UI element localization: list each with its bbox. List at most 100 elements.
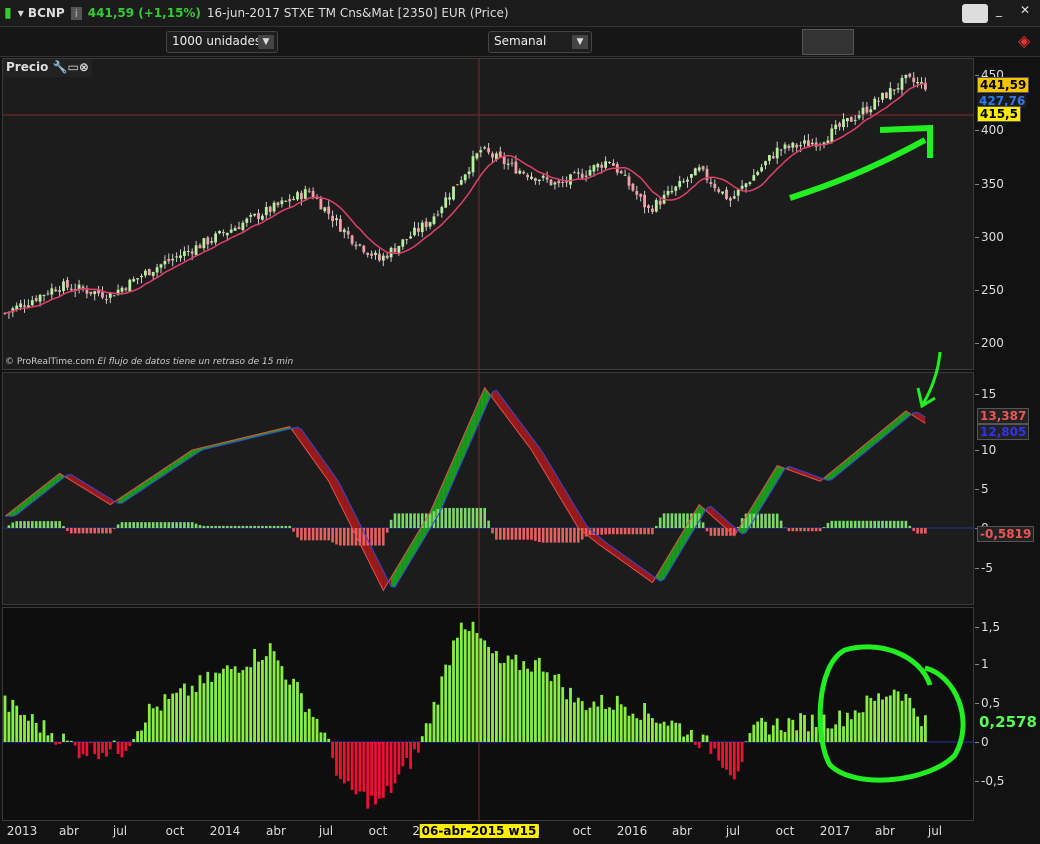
candle-body: [896, 88, 900, 90]
x-label: oct: [775, 824, 795, 838]
candle-body: [764, 161, 767, 166]
macd-histogram-bar: [635, 528, 639, 535]
oscillator-bar: [284, 679, 288, 742]
candle-body: [346, 231, 350, 235]
oscillator-bar: [619, 704, 623, 742]
candle-body: [600, 164, 604, 168]
candle-body: [276, 202, 280, 206]
oscillator-bar: [331, 742, 334, 758]
candle-body: [327, 206, 331, 214]
macd-histogram-bar: [38, 521, 42, 528]
oscillator-bar: [869, 697, 873, 742]
macd-histogram-bar: [495, 528, 498, 540]
macd-histogram-bar: [467, 507, 471, 528]
candle-body: [799, 145, 802, 147]
oscillator-bar: [764, 721, 767, 742]
candle-body: [245, 218, 249, 223]
candle-body: [740, 185, 744, 189]
macd-histogram-bar: [541, 528, 545, 543]
candle-body: [409, 236, 412, 239]
annotation-check-arrow: [916, 351, 942, 409]
oscillator-bar: [779, 730, 783, 742]
macd-histogram-bar: [183, 522, 186, 528]
macd-histogram-bar: [561, 528, 564, 543]
candle-body: [147, 269, 151, 276]
candle-body: [916, 82, 919, 84]
candle-body: [721, 191, 724, 194]
candle-body: [647, 205, 650, 208]
macd-histogram-bar: [460, 507, 463, 528]
candle-body: [175, 256, 178, 258]
macd-histogram-bar: [850, 520, 853, 528]
macd-histogram-bar: [662, 513, 666, 528]
oscillator-bar: [549, 681, 553, 742]
oscillator-bar: [576, 697, 580, 742]
candle-body: [725, 189, 728, 199]
oscillator-bar: [77, 742, 81, 759]
oscillator-bar: [303, 712, 307, 742]
macd-histogram-bar: [678, 513, 681, 528]
chart-canvas[interactable]: [0, 0, 975, 844]
macd-histogram-bar: [417, 513, 420, 528]
annotation-arrow-line: [789, 137, 927, 201]
macd-histogram-bar: [760, 513, 763, 528]
candle-body: [651, 208, 654, 212]
candle-body: [881, 92, 884, 100]
oscillator-bar: [709, 742, 713, 754]
oscillator-bar: [179, 688, 182, 742]
candle-body: [405, 239, 409, 241]
candle-body: [432, 216, 436, 224]
oscillator-bar: [171, 693, 175, 742]
macd-histogram-bar: [343, 528, 346, 546]
oscillator-bar: [409, 742, 412, 769]
oscillator-bar: [385, 742, 389, 786]
macd-histogram-bar: [27, 521, 30, 528]
candle-body: [105, 299, 108, 301]
oscillator-bar: [276, 660, 280, 742]
macd-histogram-bar: [97, 528, 100, 534]
candle-body: [775, 147, 779, 159]
candle-body: [506, 163, 510, 165]
macd-histogram-bar: [444, 507, 447, 528]
macd-histogram-bar: [569, 528, 572, 543]
macd-histogram-bar: [19, 521, 22, 528]
oscillator-bar: [229, 669, 233, 742]
candle-body: [261, 215, 264, 220]
candle-body: [658, 200, 662, 205]
candle-body: [514, 161, 518, 174]
candle-body: [713, 183, 717, 189]
macd-histogram-bar: [241, 525, 245, 528]
candle-body: [307, 190, 311, 192]
oscillator-bar: [58, 742, 61, 745]
oscillator-bar: [717, 742, 721, 761]
candle-body: [444, 197, 448, 208]
macd-histogram-bar: [534, 528, 537, 541]
oscillator-bar: [557, 674, 561, 742]
candle-body: [424, 221, 428, 228]
x-label: oct: [165, 824, 185, 838]
oscillator-bar: [456, 637, 459, 742]
candle-body: [791, 142, 795, 148]
macd-histogram-bar: [167, 522, 171, 528]
macd-hist-tag: -0,5819: [977, 526, 1035, 542]
oscillator-bar: [23, 714, 26, 742]
x-label: jul: [112, 824, 128, 838]
candle-body: [257, 213, 260, 220]
candle-body: [518, 170, 522, 174]
oscillator-bar: [97, 742, 100, 760]
macd-histogram-bar: [623, 528, 627, 535]
candle-body: [27, 305, 30, 307]
oscillator-bar: [760, 717, 763, 742]
candle-body: [19, 303, 22, 308]
candle-body: [573, 172, 576, 174]
oscillator-bar: [865, 695, 869, 742]
oscillator-bar: [522, 661, 526, 742]
macd-histogram-bar: [830, 520, 834, 528]
candle-body: [319, 198, 323, 210]
macd-histogram-bar: [799, 528, 802, 532]
x-label: jul: [725, 824, 741, 838]
candle-body: [678, 181, 682, 187]
macd-histogram-bar: [881, 520, 884, 528]
oscillator-bar: [666, 725, 670, 742]
candle-body: [522, 171, 526, 174]
